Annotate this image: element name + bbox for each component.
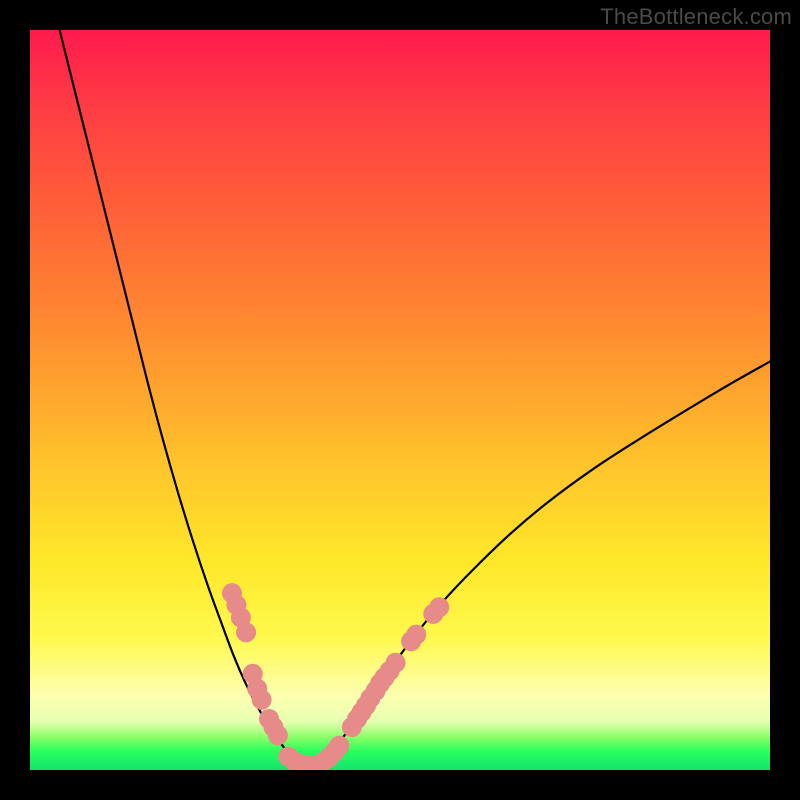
chart-frame: TheBottleneck.com (0, 0, 800, 800)
marker-group (222, 583, 449, 770)
marker-dot (406, 625, 426, 645)
marker-dot (252, 690, 272, 710)
marker-dot (386, 653, 406, 673)
plot-area (30, 30, 770, 770)
marker-dot (429, 597, 449, 617)
marker-dot (268, 725, 288, 745)
curve-layer (30, 30, 770, 770)
curve-left (60, 30, 303, 766)
curve-right (315, 362, 770, 766)
marker-dot (236, 622, 256, 642)
marker-dot (329, 736, 349, 756)
watermark-text: TheBottleneck.com (600, 4, 792, 30)
